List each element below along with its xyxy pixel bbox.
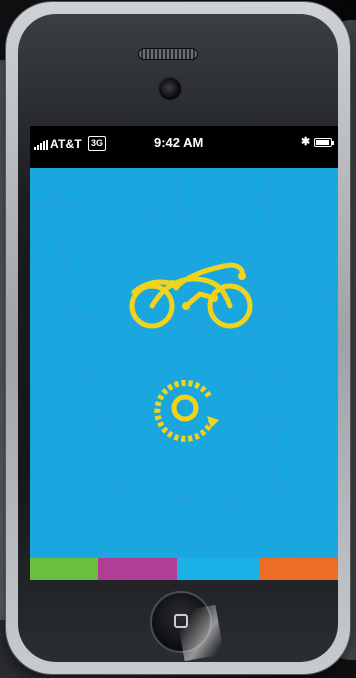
signal-strength-icon — [34, 140, 48, 150]
tab-4[interactable] — [258, 558, 338, 580]
battery-level-fill — [316, 140, 329, 145]
status-bar: AT&T 3G 9:42 AM ✱ — [30, 126, 338, 168]
tab-2[interactable] — [97, 558, 177, 580]
photo-scene: AT&T 3G 9:42 AM ✱ — [0, 0, 356, 678]
map-background — [30, 168, 338, 558]
bicycle-logo-icon — [129, 262, 253, 329]
network-type-badge: 3G — [88, 136, 107, 151]
tab-3[interactable] — [176, 558, 259, 580]
front-camera-icon — [157, 76, 183, 102]
status-time: 9:42 AM — [154, 135, 204, 150]
battery-icon — [314, 138, 334, 147]
tab-1[interactable] — [30, 558, 98, 580]
earpiece-speaker — [138, 48, 198, 60]
bluetooth-icon: ✱ — [301, 136, 311, 148]
screen-glare — [175, 604, 225, 662]
app-screen: AT&T 3G 9:42 AM ✱ — [30, 126, 338, 580]
start-ride-button[interactable] — [149, 372, 225, 444]
bottom-tab-bar — [30, 558, 338, 580]
carrier-name: AT&T — [50, 137, 82, 151]
